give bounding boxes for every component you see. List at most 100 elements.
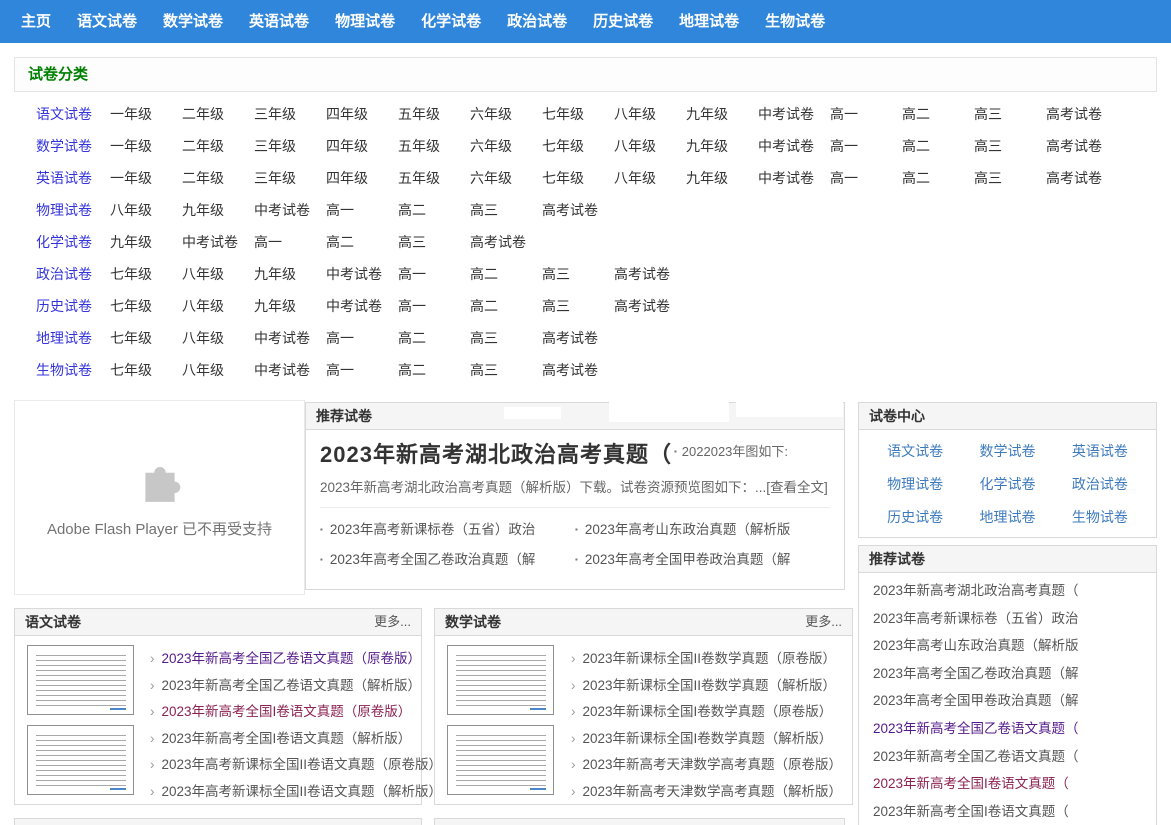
recommended-paper-link[interactable]: 2023年高考新课标卷（五省）政治 bbox=[873, 611, 1079, 626]
featured-title-link[interactable]: 2023年新高考湖北政治高考真题（ bbox=[320, 442, 672, 467]
grade-link[interactable]: 高二 bbox=[902, 104, 974, 124]
grade-link[interactable]: 高三 bbox=[542, 296, 614, 316]
nav-item[interactable]: 化学试卷 bbox=[408, 0, 494, 43]
grade-link[interactable]: 三年级 bbox=[254, 168, 326, 188]
grade-link[interactable]: 九年级 bbox=[686, 168, 758, 188]
recommended-paper-link[interactable]: 2023年高考全国甲卷政治真题（解 bbox=[575, 548, 830, 568]
grade-link[interactable]: 高一 bbox=[326, 328, 398, 348]
nav-item[interactable]: 物理试卷 bbox=[322, 0, 408, 43]
grade-link[interactable]: 高二 bbox=[398, 200, 470, 220]
grade-link[interactable]: 中考试卷 bbox=[182, 232, 254, 252]
grade-link[interactable]: 六年级 bbox=[470, 104, 542, 124]
paper-center-link[interactable]: 政治试卷 bbox=[1054, 468, 1146, 501]
nav-item[interactable]: 地理试卷 bbox=[666, 0, 752, 43]
grade-link[interactable]: 八年级 bbox=[614, 168, 686, 188]
grade-link[interactable]: 九年级 bbox=[686, 104, 758, 124]
paper-thumbnail[interactable] bbox=[447, 725, 554, 795]
paper-center-link[interactable]: 生物试卷 bbox=[1054, 501, 1146, 534]
category-label-link[interactable]: 政治试卷 bbox=[36, 264, 110, 284]
nav-item[interactable]: 政治试卷 bbox=[494, 0, 580, 43]
grade-link[interactable]: 二年级 bbox=[182, 136, 254, 156]
nav-item[interactable]: 语文试卷 bbox=[64, 0, 150, 43]
grade-link[interactable]: 五年级 bbox=[398, 168, 470, 188]
grade-link[interactable]: 七年级 bbox=[110, 296, 182, 316]
grade-link[interactable]: 五年级 bbox=[398, 104, 470, 124]
grade-link[interactable]: 高二 bbox=[902, 168, 974, 188]
paper-center-link[interactable]: 地理试卷 bbox=[961, 501, 1053, 534]
grade-link[interactable]: 九年级 bbox=[254, 264, 326, 284]
grade-link[interactable]: 高二 bbox=[470, 264, 542, 284]
grade-link[interactable]: 高二 bbox=[398, 360, 470, 380]
recommended-paper-link[interactable]: 2023年新高考湖北政治高考真题（ bbox=[873, 583, 1079, 598]
category-label-link[interactable]: 英语试卷 bbox=[36, 168, 110, 188]
category-label-link[interactable]: 语文试卷 bbox=[36, 104, 110, 124]
grade-link[interactable]: 高三 bbox=[470, 360, 542, 380]
grade-link[interactable]: 三年级 bbox=[254, 104, 326, 124]
grade-link[interactable]: 五年级 bbox=[398, 136, 470, 156]
nav-item[interactable]: 数学试卷 bbox=[150, 0, 236, 43]
recommended-paper-link[interactable]: 2023年新高考全国乙卷语文真题（ bbox=[873, 721, 1079, 736]
grade-link[interactable]: 高三 bbox=[974, 104, 1046, 124]
grade-link[interactable]: 中考试卷 bbox=[254, 328, 326, 348]
paper-link[interactable]: 2023年新高考全国乙卷语文真题（原卷版） bbox=[150, 646, 442, 673]
nav-item[interactable]: 历史试卷 bbox=[580, 0, 666, 43]
grade-link[interactable]: 高考试卷 bbox=[1046, 136, 1118, 156]
grade-link[interactable]: 中考试卷 bbox=[758, 136, 830, 156]
recommended-paper-link[interactable]: 2023年新高考全国乙卷语文真题（ bbox=[873, 749, 1079, 764]
paper-link[interactable]: 2023年新课标全国II卷数学真题（原卷版） bbox=[571, 646, 842, 673]
grade-link[interactable]: 七年级 bbox=[542, 168, 614, 188]
grade-link[interactable]: 高一 bbox=[830, 104, 902, 124]
grade-link[interactable]: 高一 bbox=[398, 264, 470, 284]
category-label-link[interactable]: 化学试卷 bbox=[36, 232, 110, 252]
grade-link[interactable]: 高考试卷 bbox=[614, 264, 686, 284]
grade-link[interactable]: 高二 bbox=[398, 328, 470, 348]
grade-link[interactable]: 中考试卷 bbox=[758, 168, 830, 188]
grade-link[interactable]: 高三 bbox=[470, 200, 542, 220]
grade-link[interactable]: 高考试卷 bbox=[470, 232, 542, 252]
category-label-link[interactable]: 历史试卷 bbox=[36, 296, 110, 316]
grade-link[interactable]: 高考试卷 bbox=[614, 296, 686, 316]
grade-link[interactable]: 八年级 bbox=[110, 200, 182, 220]
grade-link[interactable]: 七年级 bbox=[110, 328, 182, 348]
grade-link[interactable]: 三年级 bbox=[254, 136, 326, 156]
nav-item[interactable]: 英语试卷 bbox=[236, 0, 322, 43]
grade-link[interactable]: 一年级 bbox=[110, 136, 182, 156]
paper-center-link[interactable]: 物理试卷 bbox=[869, 468, 961, 501]
grade-link[interactable]: 中考试卷 bbox=[254, 200, 326, 220]
grade-link[interactable]: 九年级 bbox=[110, 232, 182, 252]
paper-link[interactable]: 2023年新高考天津数学高考真题（原卷版） bbox=[571, 752, 842, 779]
grade-link[interactable]: 高考试卷 bbox=[1046, 168, 1118, 188]
grade-link[interactable]: 高一 bbox=[326, 200, 398, 220]
recommended-paper-link[interactable]: 2023年高考全国甲卷政治真题（解 bbox=[873, 693, 1079, 708]
nav-item[interactable]: 主页 bbox=[8, 0, 64, 43]
grade-link[interactable]: 四年级 bbox=[326, 104, 398, 124]
paper-center-link[interactable]: 英语试卷 bbox=[1054, 435, 1146, 468]
recommended-paper-link[interactable]: 2023年高考山东政治真题（解析版 bbox=[873, 638, 1079, 653]
category-label-link[interactable]: 地理试卷 bbox=[36, 328, 110, 348]
grade-link[interactable]: 七年级 bbox=[110, 360, 182, 380]
grade-link[interactable]: 七年级 bbox=[110, 264, 182, 284]
grade-link[interactable]: 八年级 bbox=[182, 328, 254, 348]
grade-link[interactable]: 高一 bbox=[830, 168, 902, 188]
paper-link[interactable]: 2023年新高考全国I卷语文真题（解析版） bbox=[150, 726, 442, 753]
paper-link[interactable]: 2023年新高考全国乙卷语文真题（解析版） bbox=[150, 673, 442, 700]
paper-thumbnail[interactable] bbox=[447, 645, 554, 715]
grade-link[interactable]: 高三 bbox=[974, 136, 1046, 156]
paper-center-link[interactable]: 历史试卷 bbox=[869, 501, 961, 534]
paper-center-link[interactable]: 数学试卷 bbox=[961, 435, 1053, 468]
paper-link[interactable]: 2023年新课标全国I卷数学真题（解析版） bbox=[571, 726, 842, 753]
paper-link[interactable]: 2023年新课标全国I卷数学真题（原卷版） bbox=[571, 699, 842, 726]
grade-link[interactable]: 高一 bbox=[254, 232, 326, 252]
recommended-paper-link[interactable]: 2023年高考全国乙卷政治真题（解 bbox=[320, 548, 575, 568]
grade-link[interactable]: 四年级 bbox=[326, 136, 398, 156]
grade-link[interactable]: 一年级 bbox=[110, 168, 182, 188]
grade-link[interactable]: 二年级 bbox=[182, 104, 254, 124]
grade-link[interactable]: 高考试卷 bbox=[542, 360, 614, 380]
grade-link[interactable]: 高考试卷 bbox=[542, 200, 614, 220]
grade-link[interactable]: 高一 bbox=[326, 360, 398, 380]
grade-link[interactable]: 高三 bbox=[470, 328, 542, 348]
grade-link[interactable]: 九年级 bbox=[254, 296, 326, 316]
paper-link[interactable]: 2023年高考新课标全国II卷语文真题（解析版） bbox=[150, 779, 442, 806]
grade-link[interactable]: 高三 bbox=[398, 232, 470, 252]
grade-link[interactable]: 四年级 bbox=[326, 168, 398, 188]
